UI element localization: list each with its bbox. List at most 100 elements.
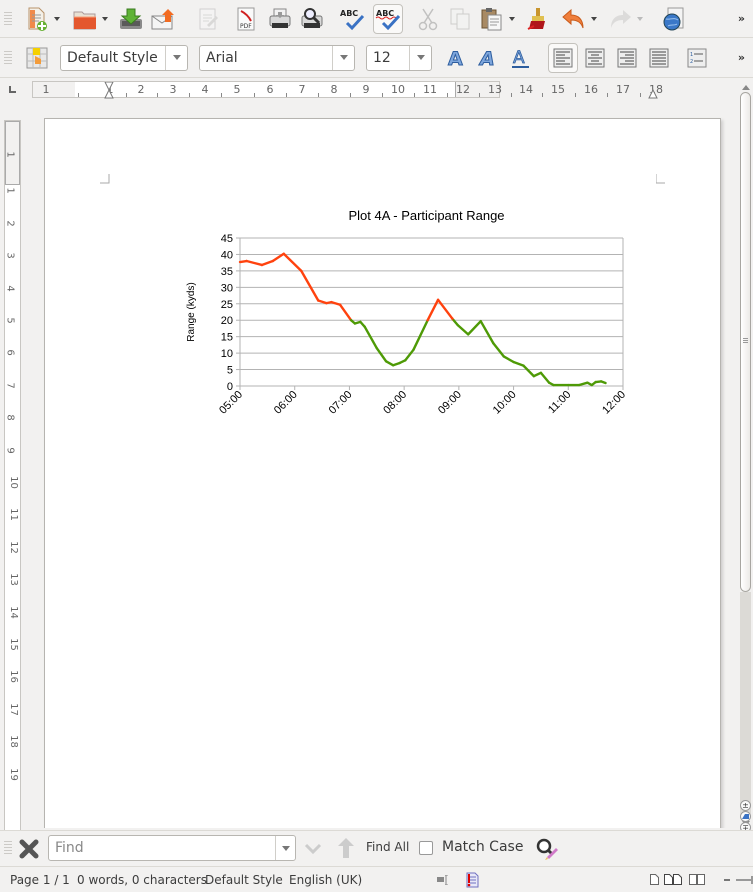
print-preview-button[interactable] <box>297 4 327 34</box>
svg-text:ABC: ABC <box>340 9 358 18</box>
language[interactable]: English (UK) <box>289 873 362 887</box>
ruler-number: 18 <box>7 735 19 749</box>
series-high-segment <box>436 298 454 320</box>
autospellcheck-button[interactable]: ABC <box>373 3 403 34</box>
x-tick-label: 07:00 <box>327 389 355 417</box>
find-next-icon[interactable] <box>304 843 322 855</box>
match-case-label[interactable]: Match Case <box>442 839 523 855</box>
align-left-button[interactable] <box>548 42 578 73</box>
find-previous-icon[interactable] <box>337 837 355 859</box>
horizontal-ruler-area: 1 1 2 3 4 5 6 7 8 9 10 11 12 13 14 15 16 17 18 <box>0 78 753 100</box>
toolbar-grip[interactable] <box>4 11 12 26</box>
toolbar-grip[interactable] <box>4 841 12 855</box>
single-page-view-icon[interactable] <box>650 874 659 885</box>
new-dropdown-arrow[interactable] <box>52 4 62 34</box>
find-all-button[interactable]: Find All <box>366 840 409 854</box>
y-tick-label: 15 <box>221 332 233 344</box>
toolbar-overflow-button[interactable]: » <box>738 51 745 64</box>
open-dropdown-arrow[interactable] <box>100 4 110 34</box>
cut-button[interactable] <box>413 4 443 34</box>
justify-button[interactable] <box>644 43 674 73</box>
redo-button[interactable] <box>605 4 635 34</box>
new-document-button[interactable] <box>22 4 52 34</box>
open-button[interactable] <box>70 4 100 34</box>
clone-formatting-button[interactable] <box>523 4 553 34</box>
print-button[interactable] <box>265 4 295 34</box>
svg-text:2: 2 <box>690 59 693 65</box>
font-size-combo[interactable]: 12 <box>366 44 432 71</box>
page-indicator[interactable]: Page 1 / 1 <box>10 873 70 887</box>
paragraph-style-combo[interactable]: Default Style <box>60 44 188 71</box>
scroll-up-button[interactable] <box>739 82 752 92</box>
underline-icon: A <box>512 47 529 68</box>
svg-text:A: A <box>448 48 463 69</box>
book-view-icon[interactable] <box>689 874 706 885</box>
underline-button[interactable]: A <box>506 43 536 73</box>
undo-button[interactable] <box>559 4 589 34</box>
ruler-number: 1 <box>4 187 16 195</box>
find-replace-icon[interactable] <box>535 837 559 861</box>
toolbar-grip[interactable] <box>4 50 12 65</box>
bold-button[interactable]: A <box>442 43 472 73</box>
clipboard-icon <box>481 7 502 30</box>
insert-mode-icon[interactable] <box>437 875 449 885</box>
scrollbar-track[interactable] <box>740 592 751 818</box>
zoom-slider[interactable] <box>722 876 753 884</box>
left-indent-marker-icon[interactable] <box>104 82 114 99</box>
series-low-segment <box>375 346 388 363</box>
chevron-down-icon[interactable] <box>165 45 187 70</box>
export-pdf-button[interactable]: PDF <box>231 4 261 34</box>
horizontal-ruler[interactable]: 1 1 2 3 4 5 6 7 8 9 10 11 12 13 14 15 16 17 18 <box>32 81 663 99</box>
vertical-ruler[interactable]: 1 1 2 3 4 5 6 7 8 9 10 11 12 13 14 15 16 17 18 19 <box>4 120 21 832</box>
redo-icon <box>611 9 631 28</box>
italic-button[interactable]: A <box>474 43 504 73</box>
navigator-icon <box>742 814 749 819</box>
chart[interactable]: Plot 4A - Participant Range 0 5 10 15 20 25 30 3… <box>141 207 641 437</box>
paste-button[interactable] <box>477 4 507 34</box>
page-style[interactable]: Default Style <box>205 873 283 887</box>
vertical-scrollbar[interactable] <box>739 82 752 828</box>
find-input[interactable]: Find <box>48 835 296 861</box>
chevron-down-icon[interactable] <box>275 836 295 860</box>
redo-dropdown-arrow[interactable] <box>635 4 645 34</box>
tab-stop-selector[interactable] <box>9 86 16 93</box>
right-indent-marker-icon[interactable] <box>648 82 658 99</box>
ruler-number: 1 <box>4 151 16 158</box>
spelling-button[interactable]: ABC <box>337 4 367 34</box>
email-document-button[interactable] <box>149 4 179 34</box>
word-count[interactable]: 0 words, 0 characters <box>77 873 207 887</box>
save-button[interactable] <box>116 4 146 34</box>
ruler-tick <box>157 93 158 97</box>
copy-button[interactable] <box>445 4 475 34</box>
styles-and-formatting-button[interactable] <box>22 43 52 73</box>
navigator-button[interactable] <box>740 811 751 822</box>
edit-file-button[interactable] <box>193 4 223 34</box>
ruler-tick <box>78 93 79 97</box>
text-boundary-corner <box>656 174 665 184</box>
chevron-down-icon[interactable] <box>332 45 354 70</box>
document-page[interactable]: Plot 4A - Participant Range 0 5 10 15 20 25 30 3… <box>44 118 721 828</box>
paste-dropdown-arrow[interactable] <box>507 4 517 34</box>
numbering-button[interactable]: 12 <box>682 43 712 73</box>
ruler-number: 3 <box>4 252 16 259</box>
hyperlink-button[interactable] <box>659 4 689 34</box>
x-tick-label: 08:00 <box>381 389 409 417</box>
align-right-button[interactable] <box>612 43 642 73</box>
page-preview-icon <box>301 7 323 28</box>
series-low-segment <box>502 355 515 364</box>
previous-page-button[interactable]: ± <box>740 800 751 811</box>
font-name-combo[interactable]: Arial <box>199 44 355 71</box>
paragraph-style-value: Default Style <box>67 49 158 66</box>
multi-page-view-icon[interactable] <box>664 874 682 885</box>
align-center-button[interactable] <box>580 43 610 73</box>
match-case-checkbox[interactable] <box>419 841 433 855</box>
y-tick-label: 35 <box>221 266 233 278</box>
toolbar-overflow-button[interactable]: » <box>738 12 745 25</box>
close-icon[interactable] <box>19 839 39 859</box>
hyperlink-globe-icon <box>663 7 684 30</box>
undo-dropdown-arrow[interactable] <box>589 4 599 34</box>
scrollbar-thumb[interactable] <box>740 92 751 592</box>
chevron-down-icon[interactable] <box>409 45 431 70</box>
document-modified-icon[interactable] <box>465 872 479 888</box>
ruler-tick <box>382 93 383 97</box>
